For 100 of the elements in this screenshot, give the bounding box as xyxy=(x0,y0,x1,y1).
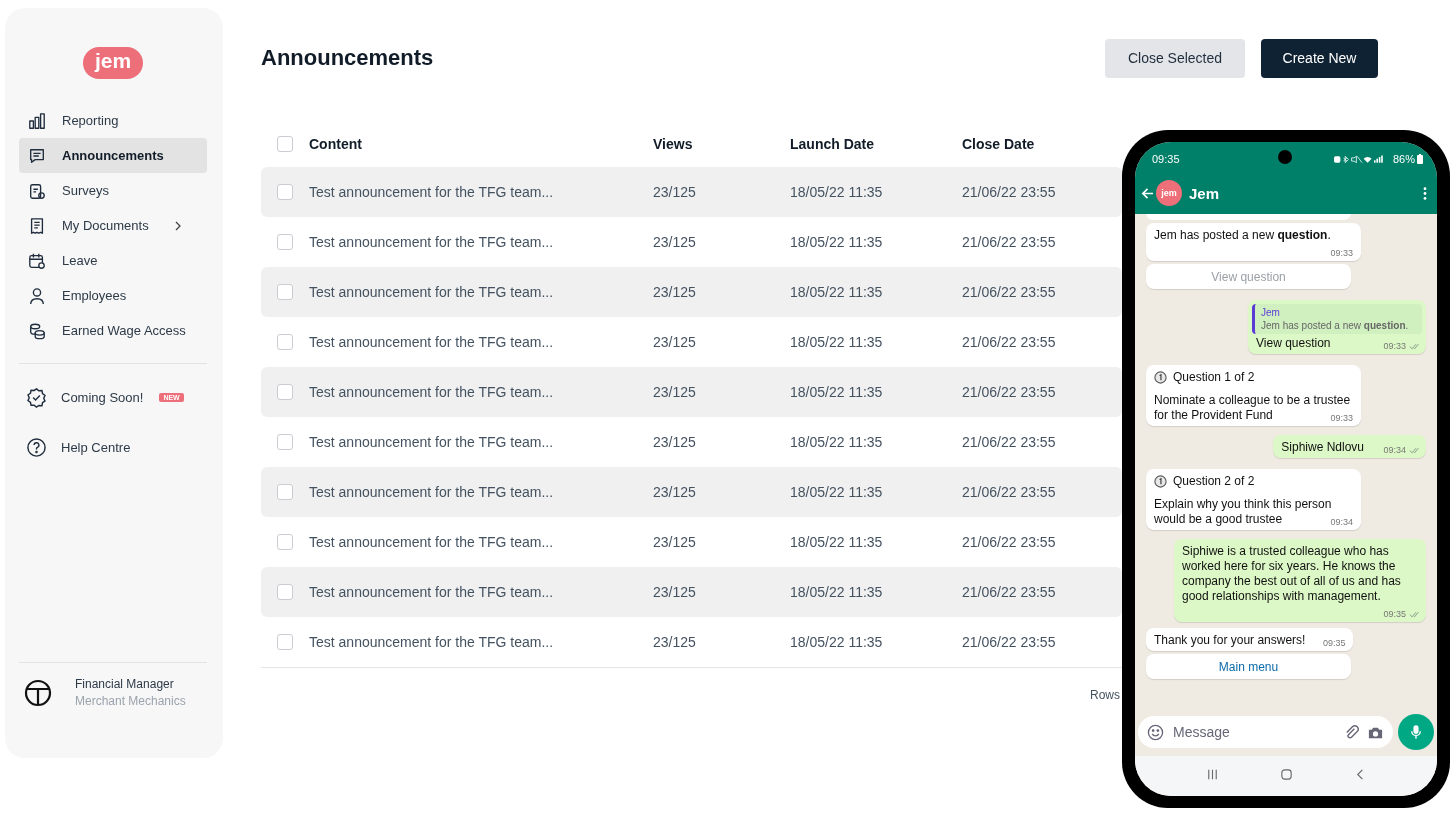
sidebar-item[interactable]: Reporting xyxy=(19,103,207,138)
table-cell-text: 18/05/22 11:35 xyxy=(790,484,884,500)
message-bubble: Jem has posted a new question. 09:33 xyxy=(1146,223,1361,261)
microphone-button[interactable] xyxy=(1398,714,1434,750)
quoted-message: Jem Jem has posted a new question. xyxy=(1252,304,1422,334)
circle-logo-icon xyxy=(24,678,52,707)
table-cell-text: 18/05/22 11:35 xyxy=(790,534,884,550)
status-time: 09:35 xyxy=(1152,153,1180,165)
more-options-icon[interactable] xyxy=(1423,186,1427,200)
table-row[interactable]: Test announcement for the TFG team... 23/125 18/05/22 11:35 21/06/22 23:55 xyxy=(261,567,1122,617)
recent-apps-icon[interactable] xyxy=(1205,768,1219,781)
row-checkbox[interactable] xyxy=(277,434,293,450)
help-icon xyxy=(26,436,47,458)
table-cell-text: 23/125 xyxy=(653,484,697,500)
table-cell-text: Test announcement for the TFG team... xyxy=(309,534,555,550)
column-header: Close Date xyxy=(962,136,1036,152)
table-row[interactable]: Test announcement for the TFG team... 23/125 18/05/22 11:35 21/06/22 23:55 xyxy=(261,367,1122,417)
message-bubble: Jem Jem has posted a new question. View question 09:33 xyxy=(1248,300,1426,354)
sidebar-item[interactable]: Help Centre xyxy=(19,422,207,472)
badge-check-icon xyxy=(26,386,47,408)
home-icon[interactable] xyxy=(1279,768,1293,781)
microphone-icon xyxy=(1410,724,1422,740)
message-bubble: Siphiwe is a trusted colleague who has worked here for six years. He knows the company the best out of all of us and has good relationships with management. 09:35 xyxy=(1174,539,1426,622)
message-field[interactable]: Message xyxy=(1138,716,1393,748)
table-cell-text: 21/06/22 23:55 xyxy=(962,634,1057,650)
sidebar-item[interactable]: My Documents xyxy=(19,208,207,243)
table-cell-text: 21/06/22 23:55 xyxy=(962,534,1057,550)
emoji-icon[interactable] xyxy=(1147,723,1164,741)
table-cell-text: 21/06/22 23:55 xyxy=(962,584,1057,600)
table-cell-text: 23/125 xyxy=(653,534,697,550)
row-checkbox[interactable] xyxy=(277,634,293,650)
coins-icon xyxy=(28,321,46,340)
row-checkbox[interactable] xyxy=(277,584,293,600)
row-checkbox[interactable] xyxy=(277,534,293,550)
table-cell-text: Test announcement for the TFG team... xyxy=(309,584,555,600)
table-cell-text: 23/125 xyxy=(653,234,697,250)
table-cell-text: 21/06/22 23:55 xyxy=(962,334,1057,350)
table-row[interactable]: Test announcement for the TFG team... 23/125 18/05/22 11:35 21/06/22 23:55 xyxy=(261,317,1122,367)
sidebar-item[interactable]: Surveys xyxy=(19,173,207,208)
table-cell-text: Test announcement for the TFG team... xyxy=(309,284,555,300)
table-cell-text: 18/05/22 11:35 xyxy=(790,384,884,400)
table-row[interactable]: Test announcement for the TFG team... 23/125 18/05/22 11:35 21/06/22 23:55 xyxy=(261,167,1122,217)
back-arrow-icon[interactable] xyxy=(1141,186,1154,200)
numbered-circle-icon xyxy=(1154,475,1167,488)
numbered-circle-icon xyxy=(1154,371,1167,384)
table-cell-text: 21/06/22 23:55 xyxy=(962,434,1057,450)
table-cell-text: 21/06/22 23:55 xyxy=(962,484,1057,500)
table-cell-text: Test announcement for the TFG team... xyxy=(309,184,555,200)
table-row[interactable]: Test announcement for the TFG team... 23/125 18/05/22 11:35 21/06/22 23:55 xyxy=(261,417,1122,467)
rows-per-page-label: Rows xyxy=(1090,688,1120,702)
table-cell-text: Test announcement for the TFG team... xyxy=(309,234,555,250)
table-row[interactable]: Test announcement for the TFG team... 23/125 18/05/22 11:35 21/06/22 23:55 xyxy=(261,617,1122,667)
row-checkbox[interactable] xyxy=(277,384,293,400)
table-cell-text: 21/06/22 23:55 xyxy=(962,284,1057,300)
page-title: Announcements xyxy=(261,45,434,71)
sidebar-item[interactable]: Announcements xyxy=(19,138,207,173)
table-cell-text: 21/06/22 23:55 xyxy=(962,184,1057,200)
table-cell-text: Test announcement for the TFG team... xyxy=(309,334,555,350)
document-icon xyxy=(28,216,46,235)
table-cell-text: 23/125 xyxy=(653,434,697,450)
table-cell-text: Test announcement for the TFG team... xyxy=(309,634,555,650)
person-icon xyxy=(28,286,46,305)
table-cell-text: 23/125 xyxy=(653,284,697,300)
table-row[interactable]: Test announcement for the TFG team... 23/125 18/05/22 11:35 21/06/22 23:55 xyxy=(261,517,1122,567)
jem-logo: jem xyxy=(82,47,144,79)
sidebar-item[interactable]: Employees xyxy=(19,278,207,313)
table-row[interactable]: Test announcement for the TFG team... 23/125 18/05/22 11:35 21/06/22 23:55 xyxy=(261,217,1122,267)
table-cell-text: 23/125 xyxy=(653,384,697,400)
table-cell-text: 23/125 xyxy=(653,184,697,200)
chat-action-button[interactable]: Main menu xyxy=(1146,654,1351,679)
row-checkbox[interactable] xyxy=(277,184,293,200)
clipboard-clock-icon xyxy=(28,181,46,200)
table-cell-text: Test announcement for the TFG team... xyxy=(309,484,555,500)
chat-bubble-icon xyxy=(28,146,46,165)
row-checkbox[interactable] xyxy=(277,334,293,350)
company-name: Merchant Mechanics xyxy=(75,694,186,708)
message-input[interactable]: Message xyxy=(1171,723,1336,741)
table-cell-text: 18/05/22 11:35 xyxy=(790,434,884,450)
table-cell-text: 18/05/22 11:35 xyxy=(790,634,884,650)
table-cell-text: 23/125 xyxy=(653,334,697,350)
sidebar-item[interactable]: Earned Wage Access xyxy=(19,313,207,348)
message-bubble: Question 2 of 2 Explain why you think this person would be a good trustee 09:34 xyxy=(1146,469,1361,530)
table-cell-text: Test announcement for the TFG team... xyxy=(309,384,555,400)
sidebar-item[interactable]: Leave xyxy=(19,243,207,278)
contact-name[interactable]: Jem xyxy=(1189,184,1220,202)
table-cell-text: 21/06/22 23:55 xyxy=(962,384,1057,400)
row-checkbox[interactable] xyxy=(277,284,293,300)
table-cell-text: 21/06/22 23:55 xyxy=(962,234,1057,250)
select-all-checkbox[interactable] xyxy=(277,136,293,152)
table-cell-text: 18/05/22 11:35 xyxy=(790,284,884,300)
table-cell-text: 18/05/22 11:35 xyxy=(790,584,884,600)
row-checkbox[interactable] xyxy=(277,484,293,500)
close-selected-button[interactable]: Close Selected xyxy=(1105,38,1245,78)
row-checkbox[interactable] xyxy=(277,234,293,250)
column-header: Views xyxy=(653,136,694,152)
message-bubble: Siphiwe Ndlovu 09:34 xyxy=(1273,435,1426,458)
battery-icon xyxy=(1417,154,1423,164)
create-button[interactable]: Create New xyxy=(1261,38,1378,78)
table-row[interactable]: Test announcement for the TFG team... 23/125 18/05/22 11:35 21/06/22 23:55 xyxy=(261,467,1122,517)
table-row[interactable]: Test announcement for the TFG team... 23/125 18/05/22 11:35 21/06/22 23:55 xyxy=(261,267,1122,317)
